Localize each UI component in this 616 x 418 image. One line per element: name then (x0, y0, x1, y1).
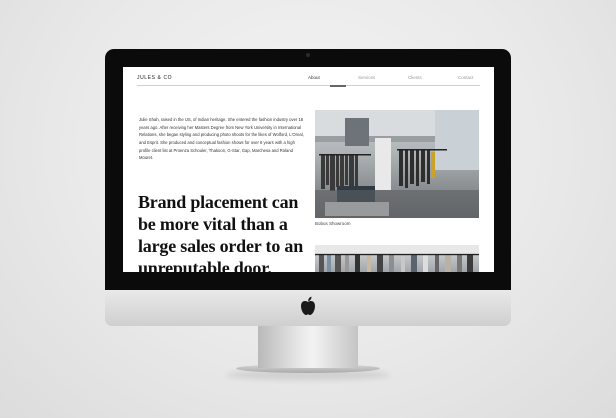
site-logo[interactable]: JULES & CO (137, 75, 172, 81)
site-nav: About Services Clients Contact (308, 75, 480, 80)
showroom-photo-image (315, 110, 479, 218)
nav-link-about[interactable]: About (308, 75, 358, 80)
website-screen: JULES & CO About Services Clients Contac… (123, 67, 494, 272)
camera-icon (306, 53, 310, 57)
about-bio-text: Julie Shah, raised in the US, of Indian … (139, 117, 304, 161)
nav-link-services[interactable]: Services (358, 75, 408, 80)
photo-caption: Bobus Showroom (315, 221, 351, 226)
clothing-rack-photo-image (315, 245, 479, 272)
showroom-photo (315, 110, 479, 218)
nav-link-clients[interactable]: Clients (408, 75, 458, 80)
clothing-rack-photo (315, 245, 479, 272)
nav-link-contact[interactable]: Contact (458, 75, 480, 80)
active-nav-indicator (330, 85, 346, 87)
about-quote: Brand placement can be more vital than a… (138, 192, 304, 272)
apple-logo-icon (301, 296, 315, 315)
monitor-stand (258, 326, 358, 368)
imac-monitor: JULES & CO About Services Clients Contac… (105, 49, 511, 290)
monitor-chin (105, 290, 511, 326)
site-header: JULES & CO About Services Clients Contac… (137, 75, 480, 87)
